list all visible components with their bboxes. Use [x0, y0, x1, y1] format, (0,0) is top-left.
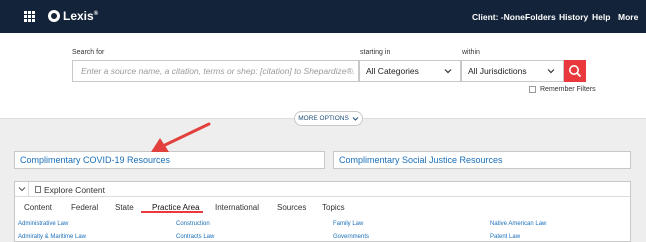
chevron-down-icon: [18, 187, 26, 192]
lexis-logo[interactable]: Lexis®: [48, 9, 98, 23]
nav-more[interactable]: More: [618, 0, 638, 33]
search-button[interactable]: [564, 60, 586, 82]
jurisdiction-select-value: All Jurisdictions: [468, 66, 527, 76]
category-select-value: All Categories: [366, 66, 419, 76]
lexis-logo-text: Lexis®: [63, 9, 99, 23]
chevron-down-icon: [352, 116, 359, 121]
nav-help[interactable]: Help: [592, 0, 610, 33]
lexis-logo-mark-icon: [48, 10, 60, 22]
search-input[interactable]: Enter a source name, a citation, terms o…: [72, 60, 359, 82]
search-for-label: Search for: [72, 49, 105, 56]
more-options-button[interactable]: MORE OPTIONS: [294, 111, 363, 126]
explore-content-title: Explore Content: [44, 185, 105, 195]
top-navigation-bar: Lexis® Client: -None- Folders History He…: [0, 0, 646, 33]
practice-area-link[interactable]: Family Law: [333, 221, 363, 227]
remember-filters-label: Remember Filters: [540, 86, 596, 93]
practice-area-link[interactable]: Admiralty & Maritime Law: [18, 234, 86, 240]
practice-area-link[interactable]: Construction: [176, 221, 210, 227]
practice-area-link[interactable]: Native American Law: [490, 221, 546, 227]
client-selector[interactable]: Client: -None-: [472, 0, 528, 33]
practice-area-link[interactable]: Governments: [333, 234, 369, 240]
search-placeholder: Enter a source name, a citation, terms o…: [81, 66, 356, 76]
more-options-label: MORE OPTIONS: [298, 115, 349, 122]
apps-grid-icon[interactable]: [24, 11, 35, 22]
tab-federal[interactable]: Federal: [71, 203, 98, 212]
jurisdiction-select[interactable]: All Jurisdictions: [461, 60, 564, 82]
active-tab-indicator: [141, 211, 203, 213]
search-icon: [569, 65, 582, 78]
nav-folders[interactable]: Folders: [525, 0, 556, 33]
tab-sources[interactable]: Sources: [277, 203, 306, 212]
practice-area-link[interactable]: Administrative Law: [18, 221, 68, 227]
starting-in-label: starting in: [360, 49, 391, 56]
social-justice-resources-link[interactable]: Complimentary Social Justice Resources: [333, 151, 631, 169]
remember-filters[interactable]: Remember Filters: [529, 86, 596, 93]
social-justice-resources-label: Complimentary Social Justice Resources: [339, 155, 503, 165]
tab-topics[interactable]: Topics: [322, 203, 345, 212]
covid-resources-link[interactable]: Complimentary COVID-19 Resources: [14, 151, 325, 169]
practice-area-link[interactable]: Contracts Law: [176, 234, 214, 240]
collapse-button[interactable]: [15, 182, 29, 196]
nav-history[interactable]: History: [559, 0, 588, 33]
explore-content-panel: Explore Content Content Federal State Pr…: [14, 181, 631, 242]
chevron-down-icon: [547, 69, 555, 74]
tab-content[interactable]: Content: [24, 203, 52, 212]
within-label: within: [462, 49, 480, 56]
covid-resources-label: Complimentary COVID-19 Resources: [20, 155, 171, 165]
category-select[interactable]: All Categories: [359, 60, 461, 82]
tab-international[interactable]: International: [215, 203, 259, 212]
tab-state[interactable]: State: [115, 203, 134, 212]
practice-area-link[interactable]: Patent Law: [490, 234, 520, 240]
document-icon: [35, 186, 41, 193]
remember-filters-checkbox[interactable]: [529, 86, 536, 93]
chevron-down-icon: [444, 69, 452, 74]
explore-content-header: Explore Content: [15, 182, 630, 197]
